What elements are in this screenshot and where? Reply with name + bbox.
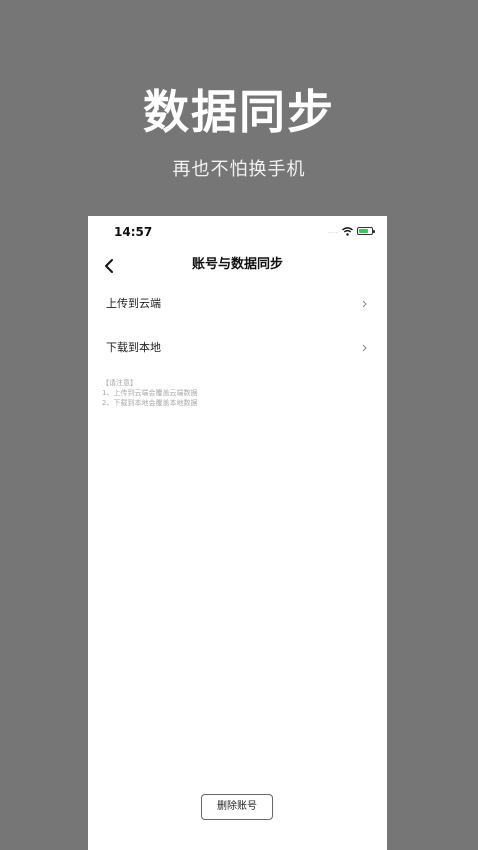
notice-line: 2、下载到本地会覆盖本地数据 [102, 399, 198, 407]
battery-level [359, 229, 368, 233]
signal-icon: .... [327, 226, 338, 235]
notice-text: 【请注意】 1、上传到云端会覆盖云端数据 2、下载到本地会覆盖本地数据 [102, 378, 197, 408]
status-icons: .... [327, 226, 375, 236]
download-to-local-item[interactable]: 下载到本地 [88, 328, 387, 368]
delete-account-button[interactable]: 删除账号 [201, 794, 273, 820]
phone-screen: 14:57 .... 账号与数据同步 上传到云端 下载到本地 【请注意】 1、上… [88, 216, 387, 850]
chevron-right-icon [362, 344, 367, 352]
menu-item-label: 下载到本地 [106, 341, 161, 354]
wifi-icon [342, 226, 353, 236]
notice-heading: 【请注意】 [102, 379, 137, 387]
status-bar: 14:57 .... [88, 216, 387, 248]
chevron-right-icon [362, 300, 367, 308]
page-title: 账号与数据同步 [191, 257, 283, 272]
nav-bar: 账号与数据同步 [88, 248, 387, 284]
notice-line: 1、上传到云端会覆盖云端数据 [102, 389, 198, 397]
menu-item-label: 上传到云端 [106, 297, 161, 310]
status-time: 14:57 [114, 225, 153, 239]
upload-to-cloud-item[interactable]: 上传到云端 [88, 284, 387, 324]
hero-subtitle: 再也不怕换手机 [172, 159, 306, 180]
battery-charging-icon [357, 227, 375, 235]
hero-title: 数据同步 [143, 85, 335, 139]
